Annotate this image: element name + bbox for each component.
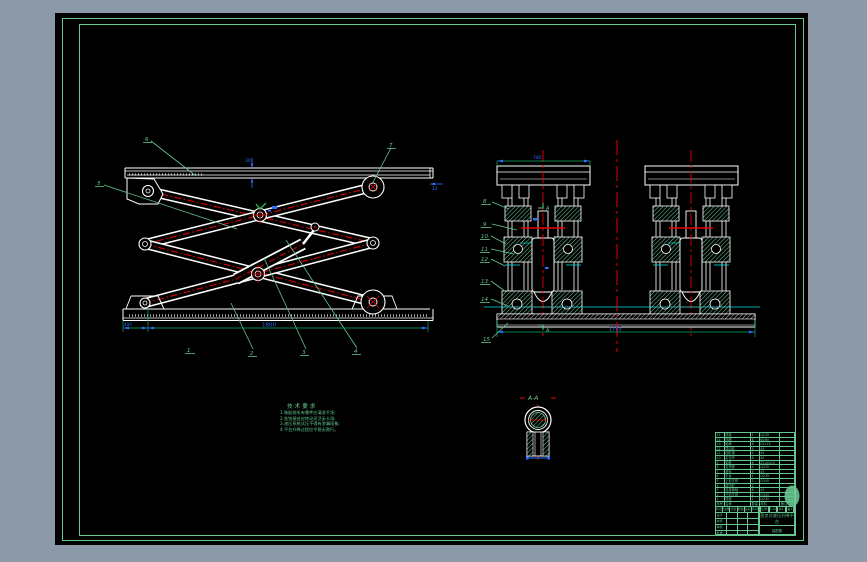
micro-dim-mark: [533, 218, 537, 221]
bom-row: 11 油缸销 4 45: [715, 450, 795, 455]
bom-table: 15 底板 1 Q235 14 挡圈 8 65Mn 13 轴承 8 GCr15 12 导向轮 4 45 11 油缸…: [715, 432, 795, 506]
bom-row: 9 轴套 8 ZCuSn10: [715, 459, 795, 465]
dim-400: 400: [124, 322, 132, 327]
drawing-subtitle: 装配图: [760, 525, 794, 534]
bom-row: 8 支撑座 4 Q235: [715, 464, 795, 469]
section-letter-top: A: [546, 206, 550, 212]
title-block-bottom: 标记处数分区更改文件号签名年月日 设计校核审核批准 比例1:10共1张第1张 剪…: [715, 505, 795, 536]
bom-row: 12 导向轮 4 45: [715, 445, 795, 451]
bom-row: 5 上剪叉臂 2 Q345: [715, 477, 795, 483]
section-letter-bottom: A: [546, 328, 550, 334]
dim-12: 12: [432, 186, 438, 192]
bom-row: 10 定位环 8 45: [715, 454, 795, 460]
column-assembly: [496, 150, 591, 336]
front-view: 740 1755 A A 8 9 10 11 12 13 14 15: [480, 140, 760, 352]
bom-row: 14 挡圈 8 65Mn: [715, 436, 795, 442]
front-view-base-plate: [496, 313, 756, 328]
cad-drawing: 1 2 3 4 5 6 7 400 1800 30 12 740 1755 A …: [95, 137, 800, 507]
bom-row: 7 滚轮 4 45: [715, 468, 795, 474]
dim-1800: 1800: [262, 323, 276, 329]
technical-requirements-title: 技术要求: [287, 404, 318, 410]
dim-30: 30: [245, 158, 251, 164]
scissor-arms: [143, 182, 375, 308]
bom-row: 6 平台 1 Q235: [715, 473, 795, 478]
side-view-scissor-lift: 1 2 3 4 5 6 7 400 1800 30 12: [95, 137, 443, 357]
technical-requirement-line: 4.平台升降过程应平稳无爬行。: [280, 427, 339, 433]
bom-row: 15 底板 1 Q235: [715, 432, 795, 437]
drawing-info: 比例1:10共1张第1张 剪叉式液压升降平台 装配图: [760, 506, 794, 534]
technical-requirements: 技术要求 1.装配前所有零件应清洗干净; 2.各铰接处应转动灵活无卡滞; 3.液…: [280, 402, 356, 433]
drawing-title: 剪叉式液压升降平台: [760, 511, 794, 524]
bom-rows: 15 底板 1 Q235 14 挡圈 8 65Mn 13 轴承 8 GCr15 12 导向轮 4 45 11 油缸…: [715, 432, 795, 501]
bom-row: 3 连接销轴 8 45: [715, 487, 795, 492]
bom-row: 2 下剪叉臂 2 Q345: [715, 491, 795, 497]
sign-rows: 设计 校核 审核 批准: [716, 511, 760, 536]
dim-1755: 1755: [609, 327, 622, 333]
bom-row: 4 液压缸 2: [715, 482, 795, 488]
sign-header-row: 标记处数分区更改文件号签名年月日: [716, 506, 760, 512]
detail-view-aa: A-A: [520, 395, 556, 460]
signature-grid: 标记处数分区更改文件号签名年月日 设计校核审核批准: [716, 506, 760, 536]
title-block: 15 底板 1 Q235 14 挡圈 8 65Mn 13 轴承 8 GCr15 12 导向轮 4 45 11 油缸…: [715, 432, 795, 536]
side-view-dimensions: 400 1800 30 12: [122, 158, 443, 332]
bom-row: 1 底座 1 Q235: [715, 496, 795, 501]
micro-dim-mark: [545, 267, 549, 269]
cad-viewer-page: { "app": {"background": "#8c99a9", "canv…: [0, 0, 867, 562]
detail-label: A-A: [527, 395, 538, 402]
dim-740: 740: [533, 155, 542, 161]
bom-row: 13 轴承 8 GCr15: [715, 441, 795, 446]
